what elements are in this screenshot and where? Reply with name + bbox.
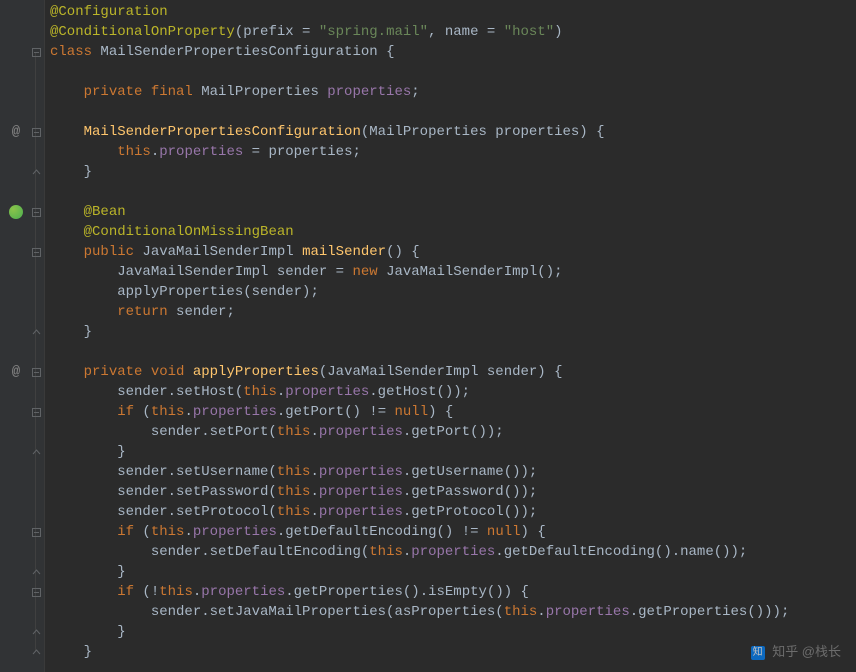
code-line[interactable]: @Configuration: [50, 2, 856, 22]
fold-toggle-icon[interactable]: [30, 246, 42, 258]
code-line[interactable]: }: [50, 162, 856, 182]
code-line[interactable]: sender.setProtocol(this.properties.getPr…: [50, 502, 856, 522]
code-line[interactable]: sender.setPort(this.properties.getPort()…: [50, 422, 856, 442]
code-line[interactable]: [50, 182, 856, 202]
gutter-annotation-icon[interactable]: @: [8, 124, 24, 140]
fold-toggle-icon[interactable]: [30, 166, 42, 178]
code-line[interactable]: if (this.properties.getDefaultEncoding()…: [50, 522, 856, 542]
code-line[interactable]: applyProperties(sender);: [50, 282, 856, 302]
code-line[interactable]: }: [50, 562, 856, 582]
code-line[interactable]: sender.setHost(this.properties.getHost()…: [50, 382, 856, 402]
zhihu-logo-icon: 知: [751, 646, 765, 660]
fold-toggle-icon[interactable]: [30, 526, 42, 538]
fold-toggle-icon[interactable]: [30, 206, 42, 218]
code-line[interactable]: this.properties = properties;: [50, 142, 856, 162]
fold-toggle-icon[interactable]: [30, 406, 42, 418]
code-line[interactable]: JavaMailSenderImpl sender = new JavaMail…: [50, 262, 856, 282]
watermark-text: 知乎 @栈长: [772, 644, 841, 659]
gutter-bean-icon[interactable]: [8, 204, 24, 220]
fold-gutter: [30, 0, 45, 672]
code-line[interactable]: private void applyProperties(JavaMailSen…: [50, 362, 856, 382]
code-line[interactable]: [50, 342, 856, 362]
code-line[interactable]: MailSenderPropertiesConfiguration(MailPr…: [50, 122, 856, 142]
code-line[interactable]: return sender;: [50, 302, 856, 322]
fold-toggle-icon[interactable]: [30, 586, 42, 598]
code-line[interactable]: public JavaMailSenderImpl mailSender() {: [50, 242, 856, 262]
fold-toggle-icon[interactable]: [30, 126, 42, 138]
fold-toggle-icon[interactable]: [30, 566, 42, 578]
fold-toggle-icon[interactable]: [30, 46, 42, 58]
fold-guide-line: [35, 52, 36, 652]
fold-toggle-icon[interactable]: [30, 326, 42, 338]
code-line[interactable]: sender.setUsername(this.properties.getUs…: [50, 462, 856, 482]
fold-toggle-icon[interactable]: [30, 626, 42, 638]
gutter-annotation-icon[interactable]: @: [8, 364, 24, 380]
code-line[interactable]: [50, 102, 856, 122]
code-line[interactable]: }: [50, 622, 856, 642]
code-line[interactable]: @ConditionalOnMissingBean: [50, 222, 856, 242]
code-line[interactable]: }: [50, 442, 856, 462]
watermark: 知 知乎 @栈长: [751, 642, 841, 662]
code-line[interactable]: sender.setDefaultEncoding(this.propertie…: [50, 542, 856, 562]
code-line[interactable]: sender.setPassword(this.properties.getPa…: [50, 482, 856, 502]
code-line[interactable]: class MailSenderPropertiesConfiguration …: [50, 42, 856, 62]
code-line[interactable]: private final MailProperties properties;: [50, 82, 856, 102]
fold-toggle-icon[interactable]: [30, 646, 42, 658]
code-line[interactable]: if (this.properties.getPort() != null) {: [50, 402, 856, 422]
code-line[interactable]: @ConditionalOnProperty(prefix = "spring.…: [50, 22, 856, 42]
code-line[interactable]: [50, 62, 856, 82]
code-line[interactable]: sender.setJavaMailProperties(asPropertie…: [50, 602, 856, 622]
code-editor[interactable]: @Configuration@ConditionalOnProperty(pre…: [50, 0, 856, 672]
code-line[interactable]: @Bean: [50, 202, 856, 222]
code-line[interactable]: if (!this.properties.getProperties().isE…: [50, 582, 856, 602]
fold-toggle-icon[interactable]: [30, 366, 42, 378]
code-line[interactable]: }: [50, 322, 856, 342]
code-line[interactable]: }: [50, 642, 856, 662]
fold-toggle-icon[interactable]: [30, 446, 42, 458]
